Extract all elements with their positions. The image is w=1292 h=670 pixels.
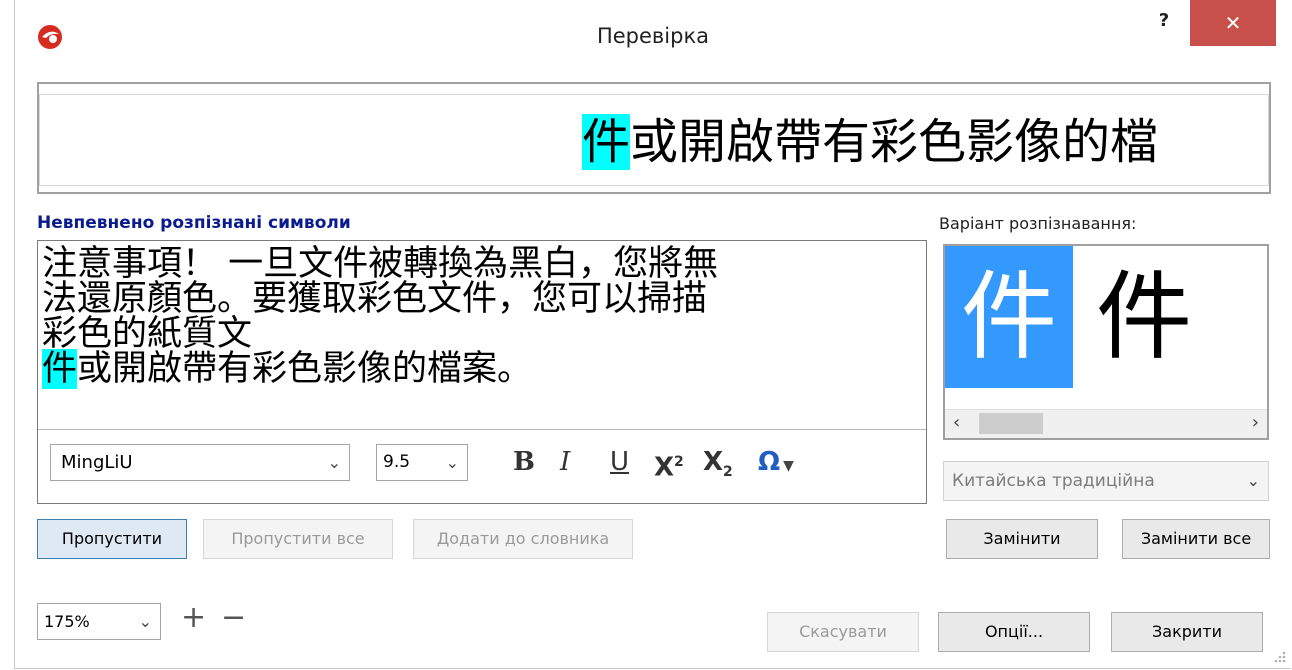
subscript-mark: 2	[723, 464, 733, 481]
uncertain-characters-label: Невпевнено розпізнані символи	[37, 213, 351, 233]
bold-button[interactable]: B	[513, 444, 535, 481]
editor-line-rest: 或開啟帶有彩色影像的檔案。	[77, 349, 533, 389]
chevron-down-icon: ⌄	[1246, 471, 1260, 490]
chevron-down-icon: ⌄	[138, 612, 152, 631]
chevron-down-icon: ⌄	[327, 453, 341, 472]
underline-button[interactable]: U	[610, 444, 629, 481]
recognition-variants-list[interactable]: 件 件 ‹ ›	[943, 244, 1269, 440]
dropdown-arrow-icon: ▼	[783, 458, 794, 474]
font-select-value: MingLiU	[61, 452, 133, 473]
superscript-mark: 2	[674, 454, 684, 470]
preview-highlight: 件	[582, 114, 631, 170]
font-size-select[interactable]: 9.5 ⌄	[376, 444, 468, 481]
skip-all-button[interactable]: Пропустити все	[203, 519, 393, 559]
language-select[interactable]: Китайська традиційна ⌄	[943, 461, 1269, 501]
image-preview: 件或開啟帶有彩色影像的檔	[37, 82, 1271, 194]
zoom-value: 175%	[44, 612, 90, 631]
editor-text[interactable]: 注意事項！ 一旦文件被轉換為黑白，您將無 法還原顏色。要獲取彩色文件，您可以掃描…	[42, 244, 920, 389]
preview-rest: 或開啟帶有彩色影像的檔	[630, 114, 1159, 170]
window-title: Перевірка	[596, 24, 710, 48]
zoom-out-button[interactable]: −	[221, 600, 246, 635]
superscript-letter: X	[654, 452, 675, 483]
options-button[interactable]: Опції...	[938, 612, 1090, 652]
editor-line: 法還原顏色。要獲取彩色文件，您可以掃描	[42, 279, 708, 319]
close-window-button[interactable]: ✕	[1190, 0, 1276, 46]
verification-dialog: Перевірка ? ✕ 件或開啟帶有彩色影像的檔 Невпевнено ро…	[14, 0, 1291, 669]
scrollbar-thumb[interactable]	[979, 413, 1043, 434]
preview-text: 件或開啟帶有彩色影像的檔	[582, 112, 1158, 172]
special-character-button[interactable]: Ω ▼	[758, 444, 794, 481]
cancel-button[interactable]: Скасувати	[767, 612, 919, 652]
horizontal-scrollbar[interactable]: ‹ ›	[945, 409, 1267, 438]
subscript-button[interactable]: X2	[703, 444, 733, 481]
editor-line: 彩色的紙質文	[42, 314, 253, 354]
superscript-button[interactable]: X2	[654, 444, 684, 483]
add-to-dictionary-button[interactable]: Додати до словника	[413, 519, 633, 559]
help-button[interactable]: ?	[1147, 4, 1181, 38]
title-bar: Перевірка ? ✕	[15, 0, 1291, 70]
font-size-value: 9.5	[383, 452, 411, 472]
font-select[interactable]: MingLiU ⌄	[50, 444, 350, 481]
chevron-down-icon: ⌄	[445, 453, 459, 472]
variant-selected[interactable]: 件	[945, 246, 1073, 388]
editor-line: 注意事項！ 一旦文件被轉換為黑白，您將無	[42, 244, 719, 284]
zoom-select[interactable]: 175% ⌄	[37, 603, 161, 640]
replace-all-button[interactable]: Замінити все	[1122, 519, 1270, 559]
italic-button[interactable]: I	[560, 444, 570, 481]
skip-button[interactable]: Пропустити	[37, 519, 187, 559]
subscript-letter: X	[703, 447, 724, 477]
zoom-in-button[interactable]: +	[181, 600, 206, 635]
editor-toolbar-divider	[38, 429, 926, 430]
replace-button[interactable]: Замінити	[946, 519, 1098, 559]
variant-alternative[interactable]: 件	[1080, 246, 1208, 388]
recognition-variant-label: Варіант розпізнавання:	[939, 214, 1137, 233]
scroll-right-icon[interactable]: ›	[1252, 412, 1259, 433]
scroll-left-icon[interactable]: ‹	[953, 412, 960, 433]
editor-highlight: 件	[42, 349, 78, 389]
text-editor[interactable]: 注意事項！ 一旦文件被轉換為黑白，您將無 法還原顏色。要獲取彩色文件，您可以掃描…	[37, 240, 927, 504]
close-button[interactable]: Закрити	[1111, 612, 1263, 652]
omega-icon: Ω	[758, 447, 781, 477]
resize-grip-icon[interactable]	[1271, 648, 1287, 664]
language-select-value: Китайська традиційна	[952, 471, 1155, 491]
editor-line: 件或開啟帶有彩色影像的檔案。	[42, 349, 920, 389]
